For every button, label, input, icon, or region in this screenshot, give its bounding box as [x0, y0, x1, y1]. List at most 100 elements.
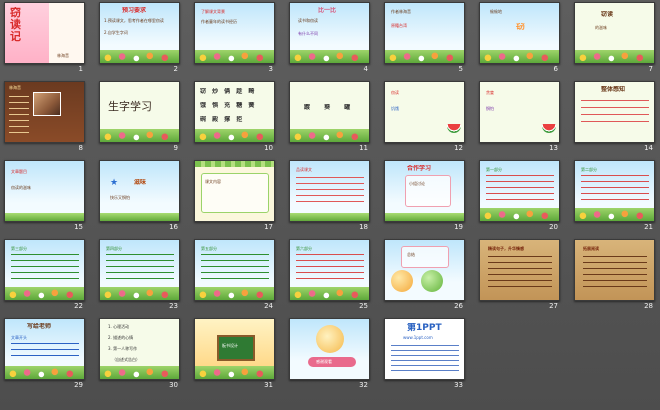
- slide-line: 第一部分: [486, 167, 502, 172]
- text-lines: [11, 343, 79, 361]
- slide-line: 2.自学生字词: [104, 30, 128, 35]
- text-lines: [296, 177, 364, 207]
- slide-number: 8: [78, 144, 83, 152]
- slide-line: 作者童年的读书经历: [201, 19, 237, 24]
- slide-number: 29: [74, 381, 83, 389]
- text-lines: [581, 175, 649, 205]
- slide-number: 15: [74, 223, 83, 231]
- slide-line: 文章题目: [11, 169, 27, 174]
- slide-thumbnail[interactable]: 写给老师 文章开头 29: [4, 318, 85, 391]
- slide-title: 林海音: [9, 85, 21, 90]
- flower-border: [480, 208, 559, 221]
- slide-number: 13: [549, 144, 558, 152]
- site-logo: 第1PPT: [407, 323, 442, 333]
- slide-thumbnail[interactable]: 窃 炒 俩 趁 畸 饿 惧 充 糖 簧 碗 殿 撑 拒 10: [194, 81, 275, 154]
- slide-title: 精读句子，升华情感: [488, 246, 524, 251]
- slide-thumbnail[interactable]: 第1PPT www.1ppt.com 33: [384, 318, 465, 391]
- slide-sorter-grid: 窃读记 林海音 1 预习要求 1.预读课文，思考作者在哪里窃读 2.自学生字词 …: [4, 2, 655, 391]
- slide-line: 1. 心理活动: [108, 324, 130, 329]
- slide-line: 偷偷地: [490, 9, 502, 14]
- slide-number: 24: [264, 302, 273, 310]
- slide-thumbnail[interactable]: 合作学习 小组讨论 19: [384, 160, 465, 233]
- slide-line: 窃读: [391, 90, 399, 95]
- flower-border: [100, 287, 179, 300]
- slide-line: 原籍台湾: [391, 23, 407, 28]
- slide-thumbnail[interactable]: 第二部分 21: [574, 160, 655, 233]
- text-lines: [486, 175, 554, 205]
- slide-number: 12: [454, 144, 463, 152]
- slide-thumbnail[interactable]: 第五部分 24: [194, 239, 275, 312]
- slide-number: 1: [78, 65, 83, 73]
- slide-thumbnail[interactable]: 预习要求 1.预读课文，思考作者在哪里窃读 2.自学生字词 2: [99, 2, 180, 75]
- slide-line: 第二部分: [581, 167, 597, 172]
- slide-line: 第四部分: [106, 246, 122, 251]
- slide-thumbnail[interactable]: 第四部分 23: [99, 239, 180, 312]
- grass-border: [5, 213, 84, 221]
- grass-border: [290, 213, 369, 221]
- slide-number: 25: [359, 302, 368, 310]
- slide-title: 比一比: [318, 7, 337, 14]
- slide-number: 28: [644, 302, 653, 310]
- slide-line: 快乐又惧怕: [110, 195, 130, 200]
- slide-thumbnail[interactable]: 文章题目 窃读的滋味 15: [4, 160, 85, 233]
- slide-thumbnail[interactable]: 板书设计 31: [194, 318, 275, 391]
- slide-line: 了解课文背景: [201, 9, 225, 14]
- slide-thumbnail[interactable]: 课文内容 17: [194, 160, 275, 233]
- slide-line: （自述式告白）: [112, 357, 140, 362]
- slide-number: 22: [74, 302, 83, 310]
- star-icon: ★: [110, 178, 119, 188]
- slide-number: 7: [648, 65, 653, 73]
- grass-border: [385, 213, 464, 221]
- flower-border: [290, 129, 369, 142]
- slide-thumbnail[interactable]: 作者林海音 原籍台湾 5: [384, 2, 465, 75]
- flower-border: [480, 50, 559, 63]
- slide-thumbnail[interactable]: 窃读记 林海音 1: [4, 2, 85, 75]
- slide-thumbnail[interactable]: 踱 葵 罐 11: [289, 81, 370, 154]
- slide-number: 19: [454, 223, 463, 231]
- flower-border: [195, 287, 274, 300]
- content-box: [405, 175, 451, 207]
- slide-thumbnail[interactable]: 第六部分 25: [289, 239, 370, 312]
- text-lines: [11, 254, 79, 284]
- slide-thumbnail[interactable]: 生字学习 9: [99, 81, 180, 154]
- slide-thumbnail[interactable]: 第一部分 20: [479, 160, 560, 233]
- decor-circle: [391, 270, 413, 292]
- slide-thumbnail[interactable]: 窃读 的滋味 7: [574, 2, 655, 75]
- text-lines: [201, 254, 269, 284]
- char-row: 饿 惧 充 糖 簧: [200, 102, 257, 109]
- slide-thumbnail[interactable]: 窃读 饥饿 12: [384, 81, 465, 154]
- flower-border: [100, 366, 179, 379]
- slide-thumbnail[interactable]: 1. 心理活动 2. 描述的心情 3. 第一人称写作 （自述式告白） 30: [99, 318, 180, 391]
- slide-thumbnail[interactable]: ★ 滋味 快乐又惧怕 16: [99, 160, 180, 233]
- slide-thumbnail[interactable]: 拓展阅读 28: [574, 239, 655, 312]
- text-lines: [391, 345, 459, 373]
- slide-number: 16: [169, 223, 178, 231]
- decor-circle: [421, 270, 443, 292]
- slide-thumbnail[interactable]: 总结 26: [384, 239, 465, 312]
- slide-thumbnail[interactable]: 精读句子，升华情感 27: [479, 239, 560, 312]
- slide-thumbnail[interactable]: 贪婪 惧怕 13: [479, 81, 560, 154]
- flower-border: [290, 287, 369, 300]
- slide-line: 有什么不同: [298, 31, 318, 36]
- slide-thumbnail[interactable]: 整体感知 14: [574, 81, 655, 154]
- slide-thumbnail[interactable]: 窃 偷偷地 6: [479, 2, 560, 75]
- vine-border: [195, 161, 274, 167]
- slide-line: 第三部分: [11, 246, 27, 251]
- slide-thumbnail[interactable]: 第三部分 22: [4, 239, 85, 312]
- slide-line: 2. 描述的心情: [108, 335, 134, 340]
- flower-border: [5, 366, 84, 379]
- slide-number: 33: [454, 381, 463, 389]
- slide-thumbnail[interactable]: 品读课文 18: [289, 160, 370, 233]
- slide-line: 读书和窃读: [298, 18, 318, 23]
- slide-number: 18: [359, 223, 368, 231]
- slide-line: 小组讨论: [409, 181, 425, 186]
- slide-thumbnail[interactable]: 林海音 8: [4, 81, 85, 154]
- slide-thumbnail[interactable]: 感谢观看 32: [289, 318, 370, 391]
- flower-border: [195, 129, 274, 142]
- slide-thumbnail[interactable]: 比一比 读书和窃读 有什么不同 4: [289, 2, 370, 75]
- slide-thumbnail[interactable]: 了解课文背景 作者童年的读书经历 3: [194, 2, 275, 75]
- text-lines: [9, 96, 29, 134]
- slide-number: 5: [458, 65, 463, 73]
- slide-line: 拓展阅读: [583, 246, 599, 251]
- slide-line: 惧怕: [486, 106, 494, 111]
